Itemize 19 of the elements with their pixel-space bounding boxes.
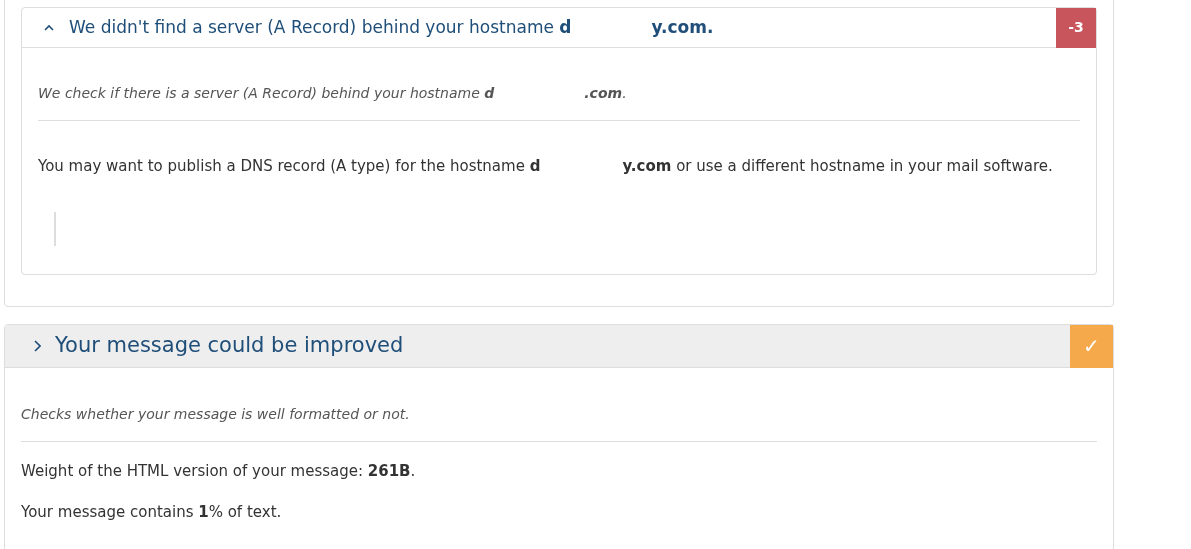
advice-text: or use a different hostname in your mail software. bbox=[675, 156, 1053, 177]
chevron-up-icon[interactable] bbox=[44, 24, 54, 31]
hostname-end: y.com. bbox=[651, 15, 714, 39]
message-stat: Your message contains 1% of text. bbox=[21, 501, 283, 523]
chevron-right-icon[interactable] bbox=[33, 340, 41, 352]
hostname-start: d bbox=[529, 156, 541, 177]
check-description: Checks whether your message is well formatted or not. bbox=[21, 406, 410, 422]
hostname-start: d bbox=[484, 84, 495, 103]
section-title: Your message could be improved bbox=[55, 332, 404, 360]
advice-text: You may want to publish a DNS record (A type) for the hostname bbox=[38, 156, 526, 177]
hostname-end: .com bbox=[584, 84, 623, 103]
score-badge: ✓ bbox=[1070, 324, 1113, 368]
hostname-start: d bbox=[559, 15, 572, 39]
check-description: We check if there is a server (A Record) behind your hostname bbox=[38, 84, 481, 103]
hostname-end: y.com bbox=[622, 156, 672, 177]
section-title: We didn't find a server (A Record) behind your hostname bbox=[69, 15, 555, 39]
score-badge: -3 bbox=[1056, 7, 1096, 48]
message-stat: Weight of the HTML version of your message: 261B. bbox=[21, 461, 417, 482]
check-description: . bbox=[622, 84, 627, 103]
